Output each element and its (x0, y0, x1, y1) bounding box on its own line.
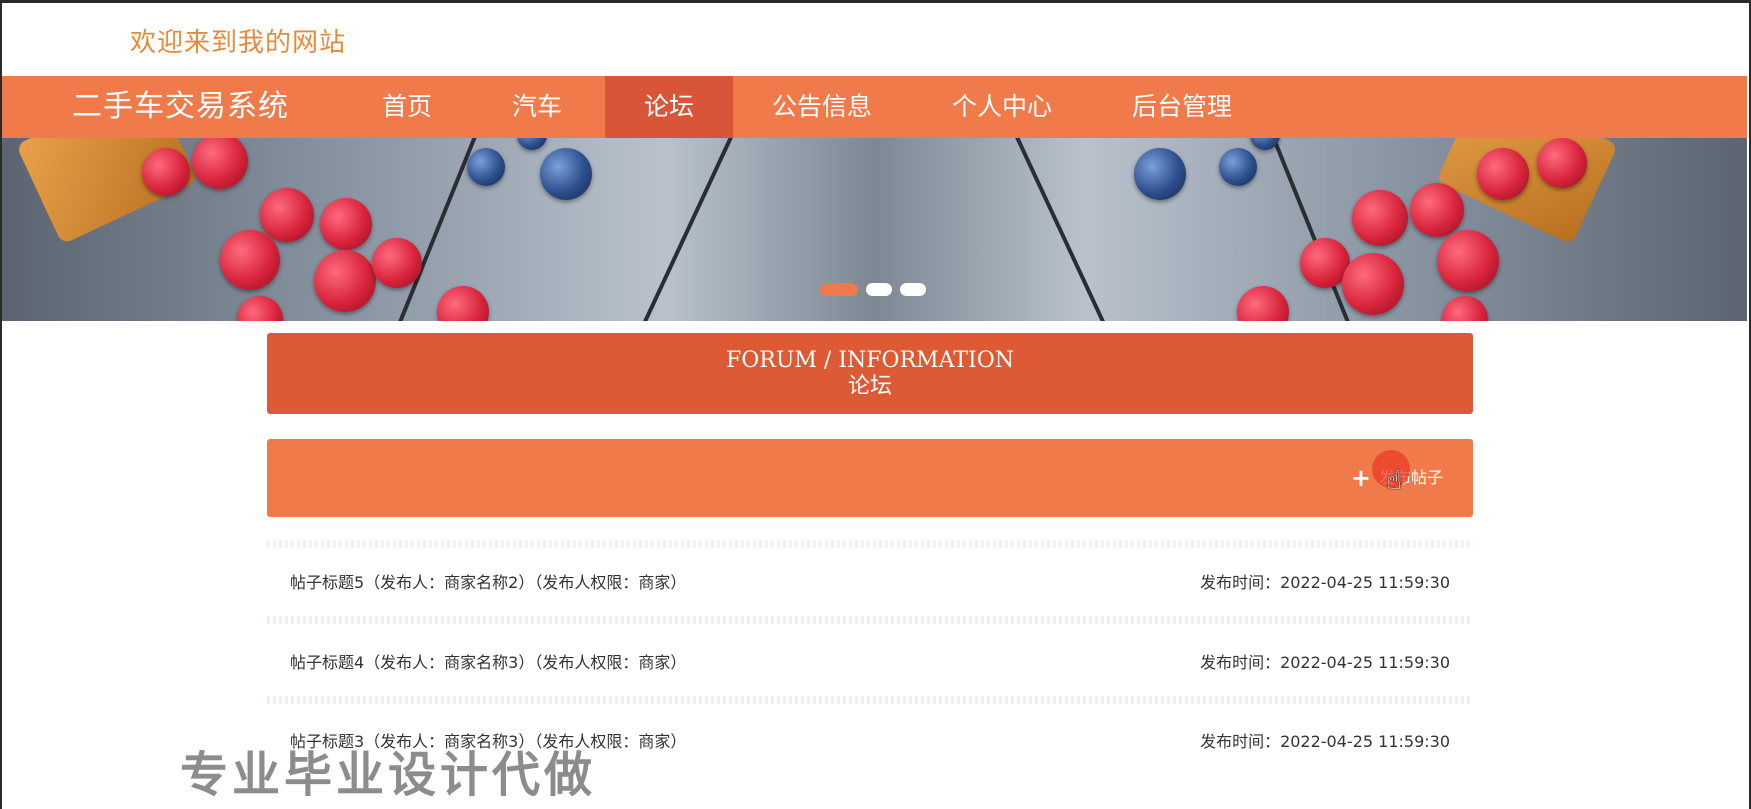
blueberry-image (517, 138, 547, 150)
wood-plank-line (631, 138, 737, 321)
carousel-dot-3[interactable] (900, 283, 926, 296)
raspberry-image (320, 198, 372, 250)
top-navbar: 二手车交易系统 首页 汽车 论坛 公告信息 个人中心 后台管理 (2, 76, 1747, 138)
list-item[interactable]: 帖子标题3（发布人：商家名称3）（发布人权限：商家） 发布时间：2022-04-… (290, 727, 1450, 757)
post-time: 发布时间：2022-04-25 11:59:30 (1200, 732, 1450, 751)
carousel-dot-1[interactable] (820, 283, 858, 296)
raspberry-image (314, 250, 376, 312)
blueberry-image (1219, 148, 1257, 186)
list-divider (267, 616, 1473, 624)
raspberry-image (260, 188, 314, 242)
nav-item-cars[interactable]: 汽车 (482, 76, 592, 138)
post-title[interactable]: 帖子标题5（发布人：商家名称2）（发布人权限：商家） (290, 568, 686, 598)
carousel-dot-2[interactable] (866, 283, 892, 296)
section-header: FORUM / INFORMATION 论坛 (267, 333, 1473, 414)
list-divider (267, 696, 1473, 704)
nav-item-forum[interactable]: 论坛 (605, 76, 733, 138)
post-time: 发布时间：2022-04-25 11:59:30 (1200, 573, 1450, 592)
blueberry-image (1134, 148, 1186, 200)
raspberry-image (1342, 253, 1404, 315)
wood-plank-line (1011, 138, 1117, 321)
page: 欢迎来到我的网站 二手车交易系统 首页 汽车 论坛 公告信息 个人中心 后台管理 (0, 0, 1751, 809)
list-item[interactable]: 帖子标题5（发布人：商家名称2）（发布人权限：商家） 发布时间：2022-04-… (290, 568, 1450, 598)
carousel-indicators (820, 283, 926, 296)
raspberry-image (1437, 230, 1499, 292)
nav-item-announcements[interactable]: 公告信息 (752, 76, 892, 138)
raspberry-image (192, 138, 248, 189)
blueberry-image (467, 148, 505, 186)
raspberry-image (1537, 138, 1587, 188)
hand-cursor-icon: ☝ (1386, 466, 1402, 496)
raspberry-image (1442, 296, 1488, 321)
section-title-cn: 论坛 (847, 374, 892, 399)
site-brand[interactable]: 二手车交易系统 (72, 76, 289, 138)
raspberry-image (237, 296, 283, 321)
raspberry-image (142, 148, 190, 196)
raspberry-image (1237, 286, 1289, 321)
post-title[interactable]: 帖子标题4（发布人：商家名称3）（发布人权限：商家） (290, 648, 686, 678)
action-bar: + 发布帖子 (267, 439, 1473, 517)
raspberry-image (1410, 183, 1464, 237)
raspberry-image (1477, 148, 1529, 200)
nav-item-home[interactable]: 首页 (352, 76, 462, 138)
welcome-text: 欢迎来到我的网站 (130, 28, 347, 58)
section-title-en: FORUM / INFORMATION (726, 348, 1014, 373)
list-item[interactable]: 帖子标题4（发布人：商家名称3）（发布人权限：商家） 发布时间：2022-04-… (290, 648, 1450, 678)
post-title[interactable]: 帖子标题3（发布人：商家名称3）（发布人权限：商家） (290, 727, 686, 757)
raspberry-image (1352, 190, 1408, 246)
raspberry-image (372, 238, 422, 288)
plus-icon: + (1350, 464, 1371, 492)
nav-item-admin[interactable]: 后台管理 (1112, 76, 1252, 138)
raspberry-image (220, 230, 280, 290)
raspberry-image (437, 286, 489, 321)
blueberry-image (540, 148, 592, 200)
nav-item-personal-center[interactable]: 个人中心 (932, 76, 1072, 138)
list-divider (267, 540, 1473, 548)
banner-carousel[interactable] (2, 138, 1747, 321)
post-time: 发布时间：2022-04-25 11:59:30 (1200, 653, 1450, 672)
ice-cream-cone-image (1435, 138, 1619, 245)
